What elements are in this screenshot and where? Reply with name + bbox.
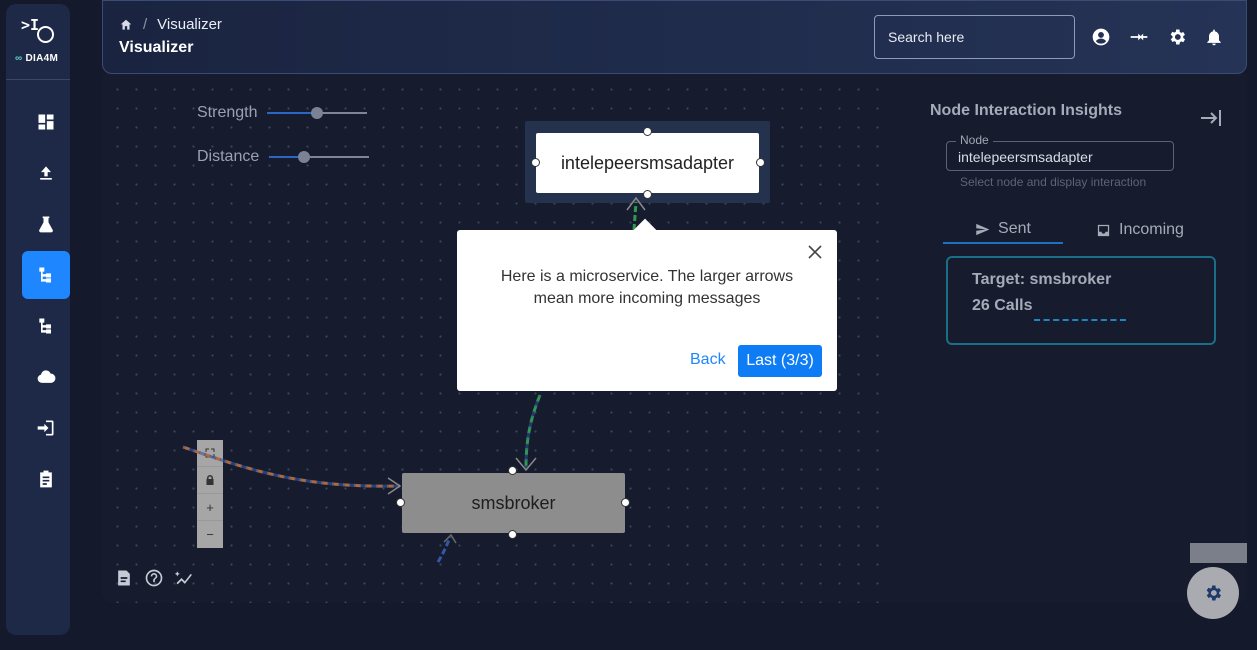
close-icon[interactable]: [807, 244, 823, 260]
notifications-button[interactable]: [1204, 27, 1224, 47]
node-handle[interactable]: [643, 190, 652, 199]
zoom-out-button[interactable]: −: [197, 521, 223, 548]
fullscreen-icon: [205, 448, 215, 458]
node-select-field[interactable]: Node intelepeersmsadapter: [946, 133, 1174, 171]
lock-icon: [206, 475, 214, 485]
analytics-icon[interactable]: [174, 568, 194, 588]
inbox-icon: [1097, 224, 1110, 236]
fit-view-button[interactable]: [197, 440, 223, 467]
canvas-controls: + −: [197, 440, 223, 548]
tour-popover: Here is a microservice. The larger arrow…: [457, 218, 837, 391]
distance-control: Distance: [197, 148, 370, 166]
sidebar-item-upload[interactable]: [22, 149, 70, 197]
card-edge-legend: [1034, 319, 1126, 321]
sidebar-item-visualizer[interactable]: [22, 251, 70, 299]
sidebar-item-login[interactable]: [22, 404, 70, 452]
app-logo[interactable]: >I ∞ DIA4M: [6, 4, 70, 80]
strength-slider-fill: [267, 112, 318, 114]
tab-sent-label: Sent: [998, 220, 1031, 237]
node-field-legend: Node: [956, 133, 993, 147]
tab-incoming[interactable]: Incoming: [1096, 216, 1184, 244]
insights-title: Node Interaction Insights: [930, 102, 1123, 119]
page-title: Visualizer: [119, 39, 194, 56]
sidebar-item-cloud[interactable]: [22, 353, 70, 401]
node-handle[interactable]: [396, 498, 405, 507]
hierarchy-icon: [39, 267, 51, 283]
card-calls: 26 Calls: [972, 297, 1033, 314]
breadcrumb: / Visualizer: [119, 16, 222, 33]
brand-name: ∞ DIA4M: [15, 53, 59, 64]
strength-slider[interactable]: [267, 107, 368, 119]
compare-button[interactable]: [1129, 27, 1149, 47]
tour-message: Here is a microservice. The larger arrow…: [500, 268, 794, 307]
node-field-helper: Select node and display interaction: [960, 175, 1147, 189]
home-icon[interactable]: [119, 18, 133, 32]
search-input[interactable]: [874, 15, 1075, 59]
tooltip-placeholder: [1190, 543, 1247, 563]
strength-label: Strength: [197, 104, 258, 121]
account-button[interactable]: [1091, 27, 1111, 47]
node-handle[interactable]: [508, 466, 517, 475]
node-handle[interactable]: [621, 498, 630, 507]
tree-icon: [39, 318, 51, 334]
node-handle[interactable]: [643, 127, 652, 136]
breadcrumb-separator: /: [143, 16, 148, 33]
graph-node-selected[interactable]: intelepeersmsadapter: [536, 133, 759, 193]
help-icon[interactable]: [144, 568, 164, 588]
node-field-value: intelepeersmsadapter: [958, 149, 1093, 165]
file-icon[interactable]: [114, 568, 134, 588]
breadcrumb-current: Visualizer: [157, 16, 222, 33]
lock-button[interactable]: [197, 467, 223, 494]
account-circle-icon: [1092, 28, 1110, 46]
back-button[interactable]: Back: [690, 351, 726, 369]
sidebar-item-experiments[interactable]: [22, 200, 70, 248]
collapse-panel-icon[interactable]: [1200, 108, 1222, 128]
send-icon: [976, 223, 990, 235]
strength-control: Strength: [197, 104, 368, 122]
canvas-bottom-toolbar: [114, 568, 194, 588]
distance-slider[interactable]: [269, 151, 370, 163]
distance-slider-thumb[interactable]: [298, 151, 311, 163]
upload-icon: [40, 166, 52, 180]
sidebar-item-tree[interactable]: [22, 302, 70, 350]
gear-icon: [1170, 29, 1185, 45]
clipboard-icon: [40, 470, 52, 488]
tab-incoming-label: Incoming: [1119, 221, 1184, 238]
login-icon: [37, 420, 54, 436]
top-header: / Visualizer Visualizer: [102, 0, 1247, 74]
sidebar: >I ∞ DIA4M: [6, 4, 70, 635]
flask-icon: [39, 216, 53, 233]
bell-icon: [1207, 29, 1221, 46]
settings-button[interactable]: [1167, 27, 1187, 47]
zoom-in-button[interactable]: +: [197, 494, 223, 521]
sidebar-item-reports[interactable]: [22, 455, 70, 503]
node-handle[interactable]: [508, 530, 517, 539]
settings-fab[interactable]: [1187, 567, 1239, 619]
card-target: Target: smsbroker: [972, 271, 1112, 288]
distance-label: Distance: [197, 148, 260, 165]
compare-arrows-icon: [1130, 33, 1148, 41]
cloud-icon: [37, 370, 56, 383]
logo-mark: [37, 26, 54, 43]
node-handle[interactable]: [756, 158, 765, 167]
interaction-card[interactable]: Target: smsbroker 26 Calls: [946, 256, 1216, 345]
graph-node[interactable]: smsbroker: [402, 473, 625, 533]
last-button[interactable]: Last (3/3): [738, 345, 822, 377]
node-handle[interactable]: [531, 158, 540, 167]
sidebar-item-dashboard[interactable]: [22, 98, 70, 146]
tab-sent[interactable]: Sent: [943, 216, 1063, 244]
dashboard-icon: [38, 114, 54, 130]
gear-icon: [1206, 585, 1221, 601]
strength-slider-thumb[interactable]: [311, 107, 324, 119]
